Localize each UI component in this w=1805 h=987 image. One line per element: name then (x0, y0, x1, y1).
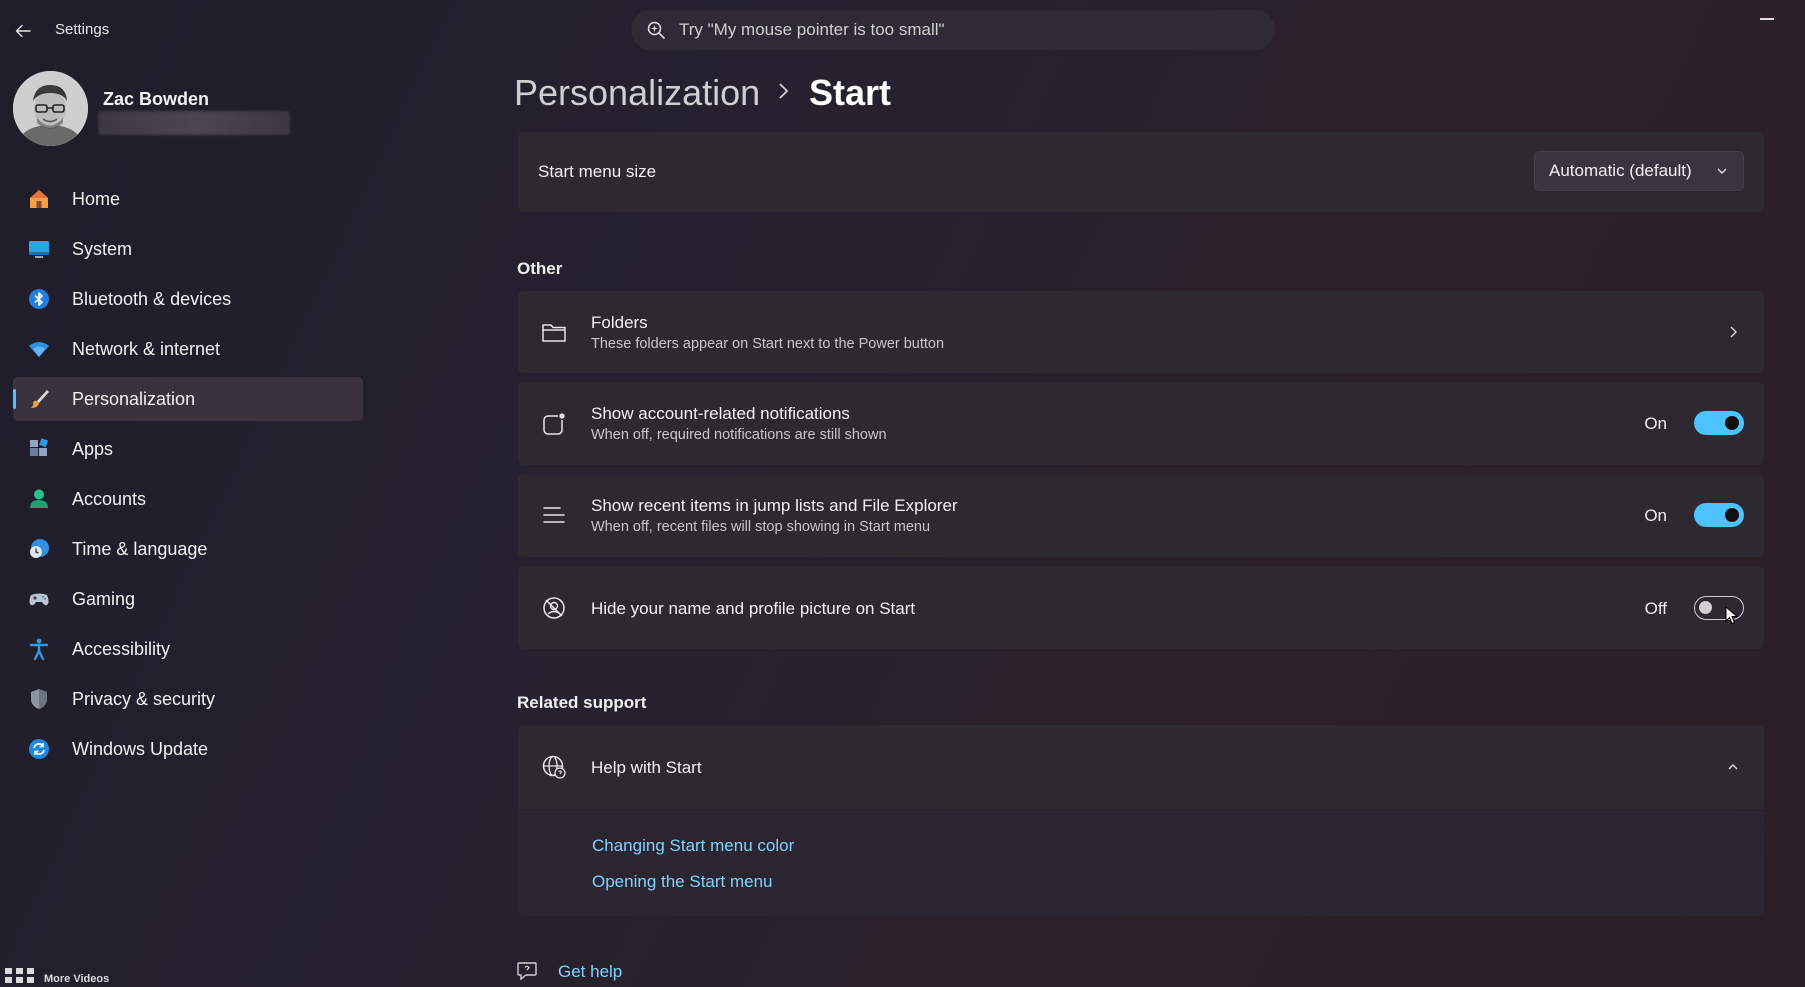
accessibility-icon (26, 636, 52, 662)
toggle-knob (1725, 508, 1739, 522)
back-button[interactable] (10, 18, 36, 44)
folders-description: These folders appear on Start next to th… (591, 336, 945, 352)
recent-items-label: Show recent items in jump lists and File… (591, 496, 958, 515)
hide-name-card: Hide your name and profile picture on St… (518, 566, 1764, 649)
home-icon (26, 186, 52, 212)
start-menu-size-label: Start menu size (538, 162, 657, 181)
back-arrow-icon (15, 24, 31, 38)
search-icon (645, 19, 667, 41)
section-title-related-support: Related support (517, 693, 647, 712)
account-notifications-description: When off, required notifications are sti… (591, 427, 887, 443)
chevron-down-icon (1717, 168, 1727, 174)
user-name: Zac Bowden (103, 89, 210, 109)
sidebar-item-label: Personalization (72, 388, 196, 409)
chevron-up-icon (1728, 764, 1738, 770)
account-notifications-card: Show account-related notifications When … (518, 382, 1764, 465)
sidebar-item-label: System (72, 238, 133, 259)
get-help-icon (517, 962, 537, 981)
list-icon (540, 502, 568, 530)
sidebar-item-privacy-security[interactable]: Privacy & security (13, 677, 363, 721)
start-menu-size-card: Start menu size Automatic (default) (518, 132, 1764, 212)
notification-badge-icon (540, 410, 568, 438)
grid-icon (5, 968, 34, 983)
sidebar-item-apps[interactable]: Apps (13, 427, 363, 471)
sidebar-item-label: Network & internet (72, 338, 221, 359)
breadcrumb-parent[interactable]: Personalization (514, 72, 760, 114)
apps-icon (26, 436, 52, 462)
paintbrush-icon (26, 386, 52, 412)
more-videos-label[interactable]: More Videos (44, 973, 109, 985)
shield-icon (26, 686, 52, 712)
toggle-state-label: On (1644, 414, 1667, 433)
start-menu-size-dropdown[interactable]: Automatic (default) (1534, 151, 1744, 191)
sidebar-item-label: Accessibility (72, 638, 171, 659)
active-indicator (13, 389, 16, 409)
sidebar-item-label: Apps (72, 438, 114, 459)
toggle-knob (1725, 416, 1739, 430)
help-link-changing-start-color[interactable]: Changing Start menu color (592, 836, 794, 856)
toggle-state-label: Off (1644, 599, 1667, 618)
avatar (13, 71, 88, 146)
search-placeholder: Try "My mouse pointer is too small" (679, 20, 945, 39)
sidebar-item-label: Time & language (72, 538, 208, 559)
recent-items-card: Show recent items in jump lists and File… (518, 474, 1764, 557)
system-icon (26, 236, 52, 262)
sidebar-item-accounts[interactable]: Accounts (13, 477, 363, 521)
user-email-redacted (98, 111, 290, 135)
sidebar-item-label: Home (72, 188, 121, 209)
sidebar-item-system[interactable]: System (13, 227, 363, 271)
help-link-opening-start-menu[interactable]: Opening the Start menu (592, 872, 773, 892)
sidebar-item-gaming[interactable]: Gaming (13, 577, 363, 621)
sidebar-item-label: Privacy & security (72, 688, 216, 709)
gamepad-icon (26, 586, 52, 612)
help-with-start-header[interactable]: Help with Start (518, 725, 1764, 809)
dropdown-value: Automatic (default) (1549, 161, 1692, 180)
sidebar-item-label: Gaming (72, 588, 136, 609)
account-notifications-label: Show account-related notifications (591, 404, 850, 423)
sidebar-item-home[interactable]: Home (13, 177, 363, 221)
sidebar-item-accessibility[interactable]: Accessibility (13, 627, 363, 671)
toggle-state-label: On (1644, 506, 1667, 525)
bluetooth-icon (26, 286, 52, 312)
page-title: Start (809, 72, 892, 113)
clock-globe-icon (26, 536, 52, 562)
folders-card[interactable]: Folders These folders appear on Start ne… (518, 291, 1764, 373)
sidebar-item-label: Windows Update (72, 738, 209, 759)
account-icon (26, 486, 52, 512)
sidebar-item-network[interactable]: Network & internet (13, 327, 363, 371)
toggle-knob (1699, 601, 1712, 614)
sidebar-nav: Home System Bluetooth & devices Network … (13, 177, 363, 777)
folder-icon (540, 318, 568, 346)
wifi-icon (26, 336, 52, 362)
sidebar-item-bluetooth[interactable]: Bluetooth & devices (13, 277, 363, 321)
account-notifications-toggle[interactable] (1694, 411, 1744, 435)
sidebar-item-personalization[interactable]: Personalization (13, 377, 363, 421)
minimize-button[interactable] (1760, 18, 1774, 20)
sidebar-item-windows-update[interactable]: Windows Update (13, 727, 363, 771)
sidebar-item-label: Bluetooth & devices (72, 288, 232, 309)
recent-items-description: When off, recent files will stop showing… (591, 519, 931, 535)
app-title: Settings (55, 21, 110, 38)
hide-name-label: Hide your name and profile picture on St… (591, 599, 916, 618)
mouse-cursor-icon (1725, 606, 1739, 625)
recent-items-toggle[interactable] (1694, 503, 1744, 527)
folders-label: Folders (591, 313, 648, 332)
update-icon (26, 736, 52, 762)
get-help-link[interactable]: Get help (558, 962, 622, 982)
hide-profile-icon (540, 594, 568, 622)
chevron-right-icon (1730, 326, 1737, 338)
sidebar-item-time-language[interactable]: Time & language (13, 527, 363, 571)
section-title-other: Other (517, 259, 563, 278)
chevron-right-icon (779, 83, 789, 99)
help-with-start-body: Changing Start menu color Opening the St… (518, 811, 1764, 916)
globe-help-icon (540, 753, 568, 781)
search-box[interactable]: Try "My mouse pointer is too small" (631, 10, 1275, 50)
sidebar-item-label: Accounts (72, 488, 147, 509)
help-with-start-label: Help with Start (591, 758, 702, 777)
